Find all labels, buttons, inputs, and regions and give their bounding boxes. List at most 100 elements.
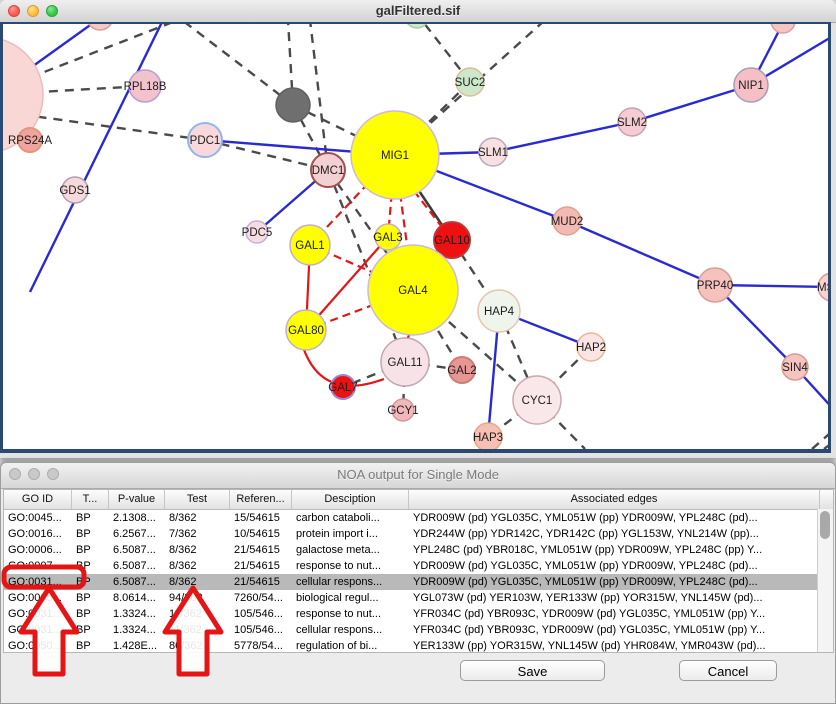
table-cell: 8/362 <box>165 574 230 590</box>
table-row[interactable]: GO:0045...BP2.1308...8/36215/54615carbon… <box>4 510 833 526</box>
node-label: GAL4 <box>398 285 428 297</box>
node-unlabeled[interactable] <box>87 24 113 30</box>
edge-pd-dashed[interactable] <box>824 440 828 449</box>
table-cell: 7/362 <box>165 526 230 542</box>
node-label: GAL80 <box>288 325 324 337</box>
table-row[interactable]: GO:0050...BP1.428E...80/3625778/54...reg… <box>4 638 833 654</box>
table-cell: 7260/54... <box>230 590 292 606</box>
column-header-referen[interactable]: Referen... <box>230 490 292 509</box>
node-label: HAP4 <box>484 306 515 318</box>
node-label: SIN4 <box>782 362 808 374</box>
column-header-desciption[interactable]: Desciption <box>292 490 409 509</box>
node-label: SLM2 <box>617 117 647 129</box>
node-unlabeled[interactable] <box>276 88 310 122</box>
node-label: MSL5 <box>817 282 828 294</box>
table-row[interactable]: GO:0031...BP1.3324...11/362105/546...cel… <box>4 622 833 638</box>
table-cell: GO:0031... <box>4 606 72 622</box>
table-cell: BP <box>72 574 109 590</box>
node-label: SUC2 <box>455 77 486 89</box>
table-cell: YGL073W (pd) YER103W, YER133W (pp) YOR31… <box>409 590 820 606</box>
table-cell: 11/362 <box>165 606 230 622</box>
table-cell: biological regul... <box>292 590 409 606</box>
table-cell: 1.428E... <box>109 638 165 654</box>
node-label: GDS1 <box>59 185 90 197</box>
table-cell: BP <box>72 558 109 574</box>
noa-results-table: GO IDT...P-valueTestReferen...Desciption… <box>3 489 834 653</box>
table-cell: GO:0006... <box>4 542 72 558</box>
table-cell: carbon cataboli... <box>292 510 409 526</box>
edge-pd-dashed[interactable] <box>182 24 293 105</box>
table-cell: YER133W (pp) YOR315W, YNL145W (pd) YHR08… <box>409 638 820 654</box>
node-label: RPL18B <box>124 81 167 93</box>
vertical-scrollbar[interactable] <box>817 509 833 652</box>
table-cell: 10/54615 <box>230 526 292 542</box>
node-label: GAL7 <box>328 382 357 394</box>
table-row[interactable]: GO:0006...BP6.5087...8/36221/54615galact… <box>4 542 833 558</box>
table-cell: BP <box>72 606 109 622</box>
node-label: PDC5 <box>242 227 273 239</box>
table-cell: regulation of bi... <box>292 638 409 654</box>
table-cell: 21/54615 <box>230 558 292 574</box>
table-cell: 1.3324... <box>109 606 165 622</box>
table-cell: YDR009W (pd) YGL035C, YML051W (pp) YDR00… <box>409 558 820 574</box>
table-cell: 2.1308... <box>109 510 165 526</box>
table-cell: GO:0031... <box>4 574 72 590</box>
node-label: GAL10 <box>434 235 470 247</box>
table-cell: 6.2567... <box>109 526 165 542</box>
node-label: GAL3 <box>373 232 402 244</box>
table-row[interactable]: GO:0016...BP6.2567...7/36210/54615protei… <box>4 526 833 542</box>
table-cell: BP <box>72 622 109 638</box>
table-cell: YDR009W (pd) YGL035C, YML051W (pp) YDR00… <box>409 574 820 590</box>
column-header-associated-edges[interactable]: Associated edges <box>409 490 820 509</box>
network-window-titlebar[interactable]: galFiltered.sif <box>0 0 836 23</box>
edge-pp-blue[interactable] <box>493 122 632 152</box>
node-label: RPS24A <box>8 135 52 147</box>
table-row[interactable]: GO:0065...BP8.0614...94/3627260/54...bio… <box>4 590 833 606</box>
edge-pd-dashed[interactable] <box>812 428 828 449</box>
noa-window-titlebar[interactable]: NOA output for Single Mode <box>1 463 835 489</box>
node-label: MIG1 <box>381 150 409 162</box>
table-cell: 6.5087... <box>109 574 165 590</box>
table-cell: 8.0614... <box>109 590 165 606</box>
node-label: GAL1 <box>295 240 324 252</box>
network-window: galFiltered.sif RPL18BRPS24AGDS1PDC1MIG1… <box>0 0 836 458</box>
edge-pp-blue[interactable] <box>632 85 751 122</box>
edge-pp-blue[interactable] <box>567 221 715 285</box>
table-cell: 6.5087... <box>109 542 165 558</box>
table-cell: 8/362 <box>165 558 230 574</box>
column-header-p-value[interactable]: P-value <box>109 490 165 509</box>
table-cell: YDR009W (pd) YGL035C, YML051W (pp) YDR00… <box>409 510 820 526</box>
network-canvas[interactable]: RPL18BRPS24AGDS1PDC1MIG1DMC1PDC5SUC2SLM1… <box>0 22 831 453</box>
table-cell: GO:0050... <box>4 638 72 654</box>
save-button[interactable]: Save <box>460 660 605 681</box>
node-label: HAP3 <box>473 432 503 444</box>
table-cell: GO:0016... <box>4 526 72 542</box>
table-cell: 1.3324... <box>109 622 165 638</box>
table-row[interactable]: GO:0031...BP1.3324...11/362105/546...res… <box>4 606 833 622</box>
column-header-t[interactable]: T... <box>72 490 109 509</box>
table-row[interactable]: GO:0031...BP6.5087...8/36221/54615cellul… <box>4 574 833 590</box>
table-cell: GO:0045... <box>4 510 72 526</box>
cancel-button[interactable]: Cancel <box>679 660 777 681</box>
table-cell: GO:0007... <box>4 558 72 574</box>
node-label: NIP1 <box>738 80 764 92</box>
node-label: HAP2 <box>576 342 606 354</box>
node-unlabeled[interactable] <box>771 24 795 33</box>
table-cell: 105/546... <box>230 622 292 638</box>
table-cell: 21/54615 <box>230 542 292 558</box>
table-cell: 21/54615 <box>230 574 292 590</box>
table-cell: 8/362 <box>165 510 230 526</box>
table-cell: response to nut... <box>292 558 409 574</box>
desktop: galFiltered.sif RPL18BRPS24AGDS1PDC1MIG1… <box>0 0 836 704</box>
scrollbar-thumb[interactable] <box>820 511 830 539</box>
edge-pp-blue[interactable] <box>30 24 163 292</box>
column-header-go-id[interactable]: GO ID <box>4 490 72 509</box>
node-label: DMC1 <box>312 165 345 177</box>
table-cell: BP <box>72 526 109 542</box>
table-cell: YDR244W (pp) YDR142C, YDR142C (pp) YGL15… <box>409 526 820 542</box>
table-cell: 5778/54... <box>230 638 292 654</box>
table-row[interactable]: GO:0007...BP6.5087...8/36221/54615respon… <box>4 558 833 574</box>
window-title: galFiltered.sif <box>0 3 836 18</box>
column-header-test[interactable]: Test <box>165 490 230 509</box>
network-graph[interactable]: RPL18BRPS24AGDS1PDC1MIG1DMC1PDC5SUC2SLM1… <box>3 24 828 449</box>
